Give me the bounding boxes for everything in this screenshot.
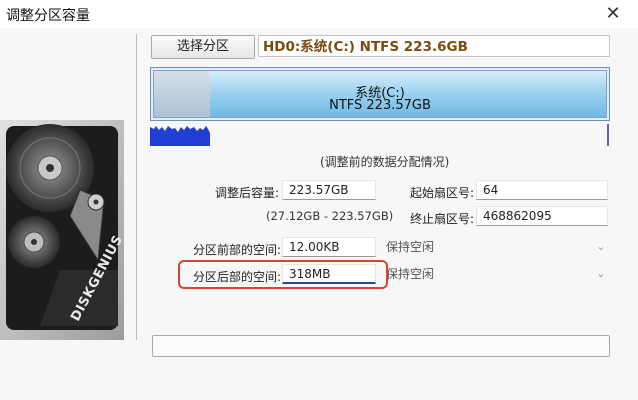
partition-detail: NTFS 223.57GB bbox=[329, 98, 431, 113]
chevron-down-icon: ⌄ bbox=[596, 240, 606, 253]
close-icon[interactable]: ✕ bbox=[602, 3, 624, 25]
usage-distribution-graph bbox=[150, 126, 210, 146]
size-field[interactable]: 223.57GB bbox=[282, 180, 376, 200]
start-sector-field[interactable]: 64 bbox=[476, 180, 608, 200]
end-sector-field[interactable]: 468862095 bbox=[476, 206, 608, 226]
start-sector-label: 起始扇区号: bbox=[410, 186, 475, 200]
title-bar: 调整分区容量 ✕ bbox=[0, 0, 638, 28]
after-space-dropdown[interactable]: 保持空闲 ⌄ bbox=[386, 264, 608, 284]
progress-bar bbox=[152, 335, 610, 357]
before-space-label: 分区前部的空间: bbox=[193, 243, 282, 257]
panel-divider bbox=[136, 34, 137, 340]
hard-disk-image: DISKGENIUS bbox=[0, 120, 124, 340]
size-label: 调整后容量: bbox=[215, 186, 280, 200]
disk-partition-title: HD0:系统(C:) NTFS 223.6GB bbox=[258, 35, 610, 57]
chevron-down-icon: ⌄ bbox=[596, 267, 606, 280]
before-space-dropdown[interactable]: 保持空闲 ⌄ bbox=[386, 237, 608, 257]
partition-block: 系统(C:) NTFS 223.57GB bbox=[153, 70, 607, 118]
before-space-option: 保持空闲 bbox=[386, 240, 435, 254]
usage-end-marker bbox=[607, 124, 609, 146]
end-sector-label: 终止扇区号: bbox=[410, 212, 475, 226]
section-caption: (调整前的数据分配情况) bbox=[320, 155, 450, 169]
window-title: 调整分区容量 bbox=[6, 8, 90, 24]
select-partition-button[interactable]: 选择分区 bbox=[151, 35, 255, 59]
after-space-option: 保持空闲 bbox=[386, 267, 435, 281]
resize-partition-dialog: 调整分区容量 ✕ DISKGENIUS 选择分区 HD0:系统(C:) NTFS… bbox=[0, 0, 638, 400]
before-space-field[interactable]: 12.00KB bbox=[282, 237, 376, 257]
highlight-annotation bbox=[178, 260, 388, 289]
partition-bar[interactable]: 系统(C:) NTFS 223.57GB bbox=[150, 67, 610, 121]
size-range-hint: (27.12GB - 223.57GB) bbox=[266, 209, 394, 223]
